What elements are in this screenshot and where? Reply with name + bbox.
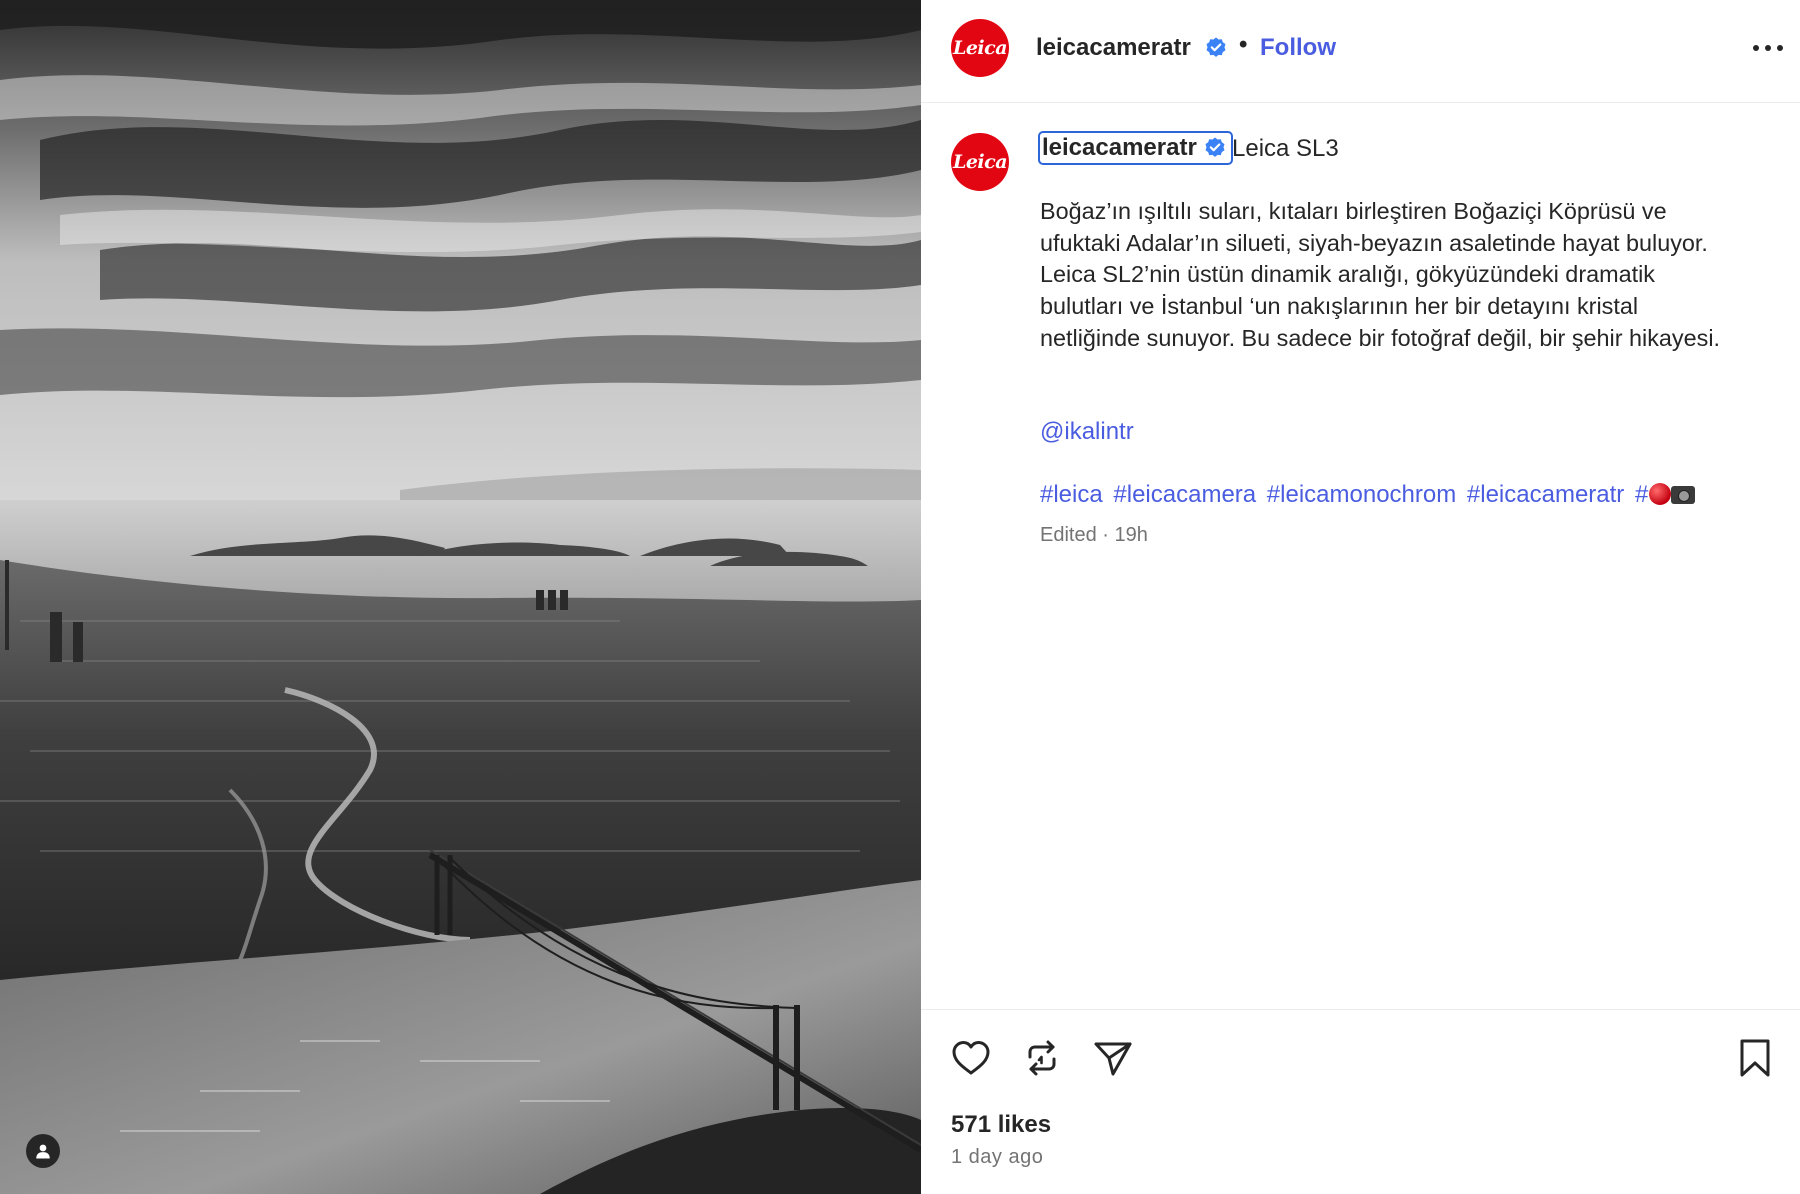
post-header: Leica leicacameratr • Follow bbox=[921, 0, 1800, 103]
mention-link[interactable]: @ikalintr bbox=[1040, 418, 1134, 446]
likes-count[interactable]: 571 likes bbox=[951, 1111, 1051, 1139]
more-options-icon[interactable] bbox=[1751, 36, 1785, 60]
istanbul-bosphorus-photo bbox=[0, 0, 921, 1194]
hashtag-prefix: # bbox=[1634, 481, 1649, 508]
header-username[interactable]: leicacameratr bbox=[1036, 34, 1191, 62]
verified-badge-icon bbox=[1205, 137, 1225, 157]
separator-dot: • bbox=[1239, 31, 1248, 58]
tagged-users-button[interactable] bbox=[26, 1134, 60, 1168]
avatar-logo-text: Leica bbox=[952, 37, 1008, 59]
edited-timestamp: Edited · 19h bbox=[1040, 524, 1148, 546]
person-icon bbox=[36, 1144, 50, 1159]
hashtag-list: #leica #leicacamera #leicamonochrom #lei… bbox=[1040, 481, 1696, 509]
hashtag-link[interactable]: # bbox=[1634, 481, 1696, 508]
caption-avatar[interactable]: Leica bbox=[951, 133, 1009, 191]
caption-username[interactable]: leicacameratr bbox=[1042, 134, 1197, 162]
actions-bar: 571 likes 1 day ago bbox=[921, 1009, 1800, 1194]
hashtag-link[interactable]: #leica bbox=[1040, 481, 1103, 508]
red-circle-emoji-icon bbox=[1649, 483, 1672, 505]
post-side-panel: Leica leicacameratr • Follow Leica leica… bbox=[921, 0, 1800, 1194]
follow-button[interactable]: Follow bbox=[1260, 34, 1336, 62]
avatar[interactable]: Leica bbox=[951, 19, 1009, 77]
caption-section: Leica leicacameratr Leica SL3 Boğaz’ın ı… bbox=[921, 103, 1800, 1009]
avatar-logo-text: Leica bbox=[952, 151, 1008, 173]
post-photo[interactable] bbox=[0, 0, 921, 1194]
hashtag-link[interactable]: #leicacamera bbox=[1113, 481, 1256, 508]
camera-emoji-icon bbox=[1671, 486, 1696, 504]
caption-author-link[interactable]: leicacameratr bbox=[1038, 131, 1233, 165]
caption-body: Boğaz’ın ışıltılı suları, kıtaları birle… bbox=[1040, 198, 1721, 351]
heart-icon[interactable] bbox=[949, 1036, 993, 1080]
verified-badge-icon bbox=[1206, 37, 1226, 57]
bookmark-icon[interactable] bbox=[1733, 1036, 1777, 1080]
hashtag-link[interactable]: #leicamonochrom bbox=[1267, 481, 1456, 508]
share-send-icon[interactable] bbox=[1091, 1036, 1135, 1080]
hashtag-link[interactable]: #leicacameratr bbox=[1467, 481, 1624, 508]
repost-icon[interactable] bbox=[1020, 1036, 1064, 1080]
caption-title: Leica SL3 bbox=[1232, 135, 1339, 162]
post-time-ago[interactable]: 1 day ago bbox=[951, 1146, 1043, 1169]
